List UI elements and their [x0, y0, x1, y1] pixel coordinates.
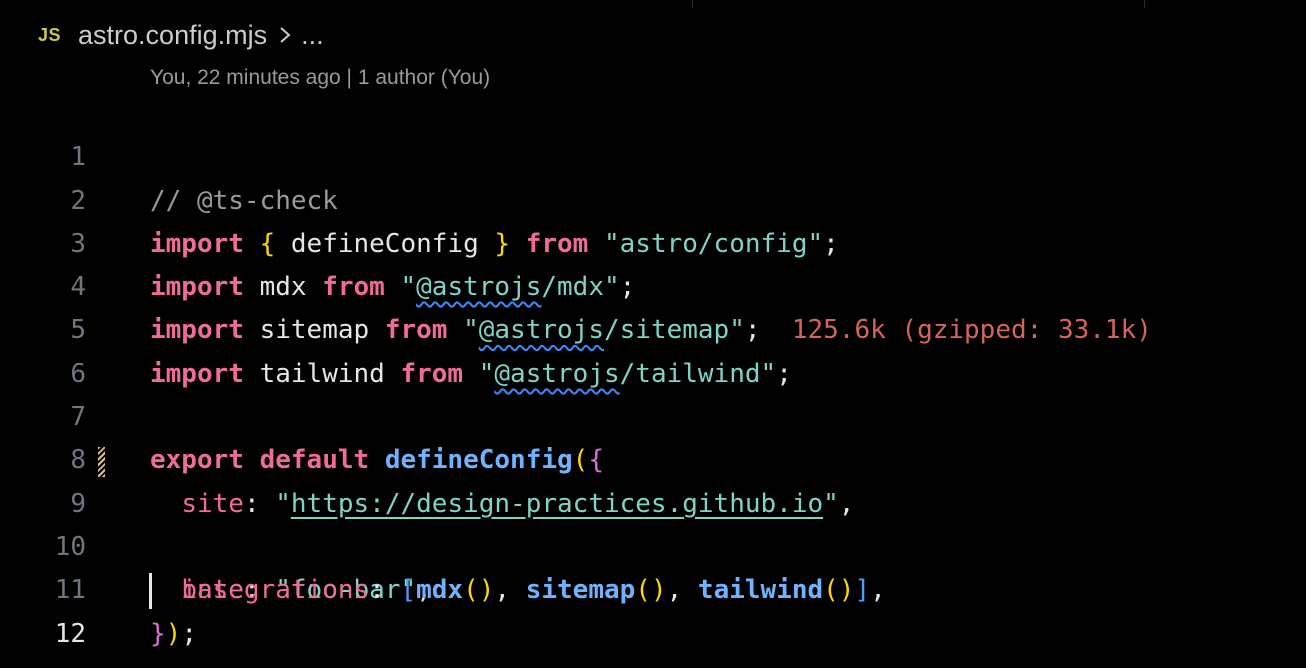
code-line: 2 import { defineConfig } from "astro/co…	[0, 136, 1306, 259]
code-line: 10 integrations: [mdx(), sitemap(), tail…	[0, 483, 1306, 605]
code-line: 8 site: "https://design-practices.github…	[0, 396, 1306, 518]
tab-divider	[1144, 0, 1145, 8]
modified-line-indicator[interactable]	[98, 447, 105, 478]
code-editor[interactable]: 1 // @ts-check 2 import { defineConfig }…	[0, 93, 1306, 649]
code-line: 3 import mdx from "@astrojs/mdx";	[0, 180, 1306, 302]
paren: )	[165, 618, 182, 649]
breadcrumb-file-name[interactable]: astro.config.mjs	[78, 20, 267, 51]
text-cursor	[149, 573, 152, 610]
line-content: });	[150, 613, 197, 656]
code-line: 1 // @ts-check	[0, 93, 1306, 215]
git-blame-codelens[interactable]: You, 22 minutes ago | 1 author (You)	[150, 64, 490, 92]
semicolon: ;	[181, 618, 197, 649]
line-number-active: 12	[54, 618, 86, 649]
javascript-file-icon: JS	[38, 24, 62, 45]
code-line-active: 12	[0, 569, 1306, 649]
code-line: 6	[0, 309, 1306, 389]
code-line: 9 base: "foo-bar",	[0, 439, 1306, 605]
code-line: 5 import tailwind from "@astrojs/tailwin…	[0, 266, 1306, 388]
code-line: 11 });	[0, 526, 1306, 648]
chevron-right-icon	[279, 25, 291, 45]
code-line: 7 export default defineConfig({	[0, 353, 1306, 475]
code-line: 4 import sitemap from "@astrojs/sitemap"…	[0, 223, 1306, 345]
brace: }	[150, 618, 166, 649]
breadcrumb: JS astro.config.mjs ...	[38, 18, 324, 52]
breadcrumb-more[interactable]: ...	[301, 20, 324, 51]
editor-window: JS astro.config.mjs ... You, 22 minutes …	[0, 0, 1306, 668]
tab-divider	[692, 0, 693, 8]
